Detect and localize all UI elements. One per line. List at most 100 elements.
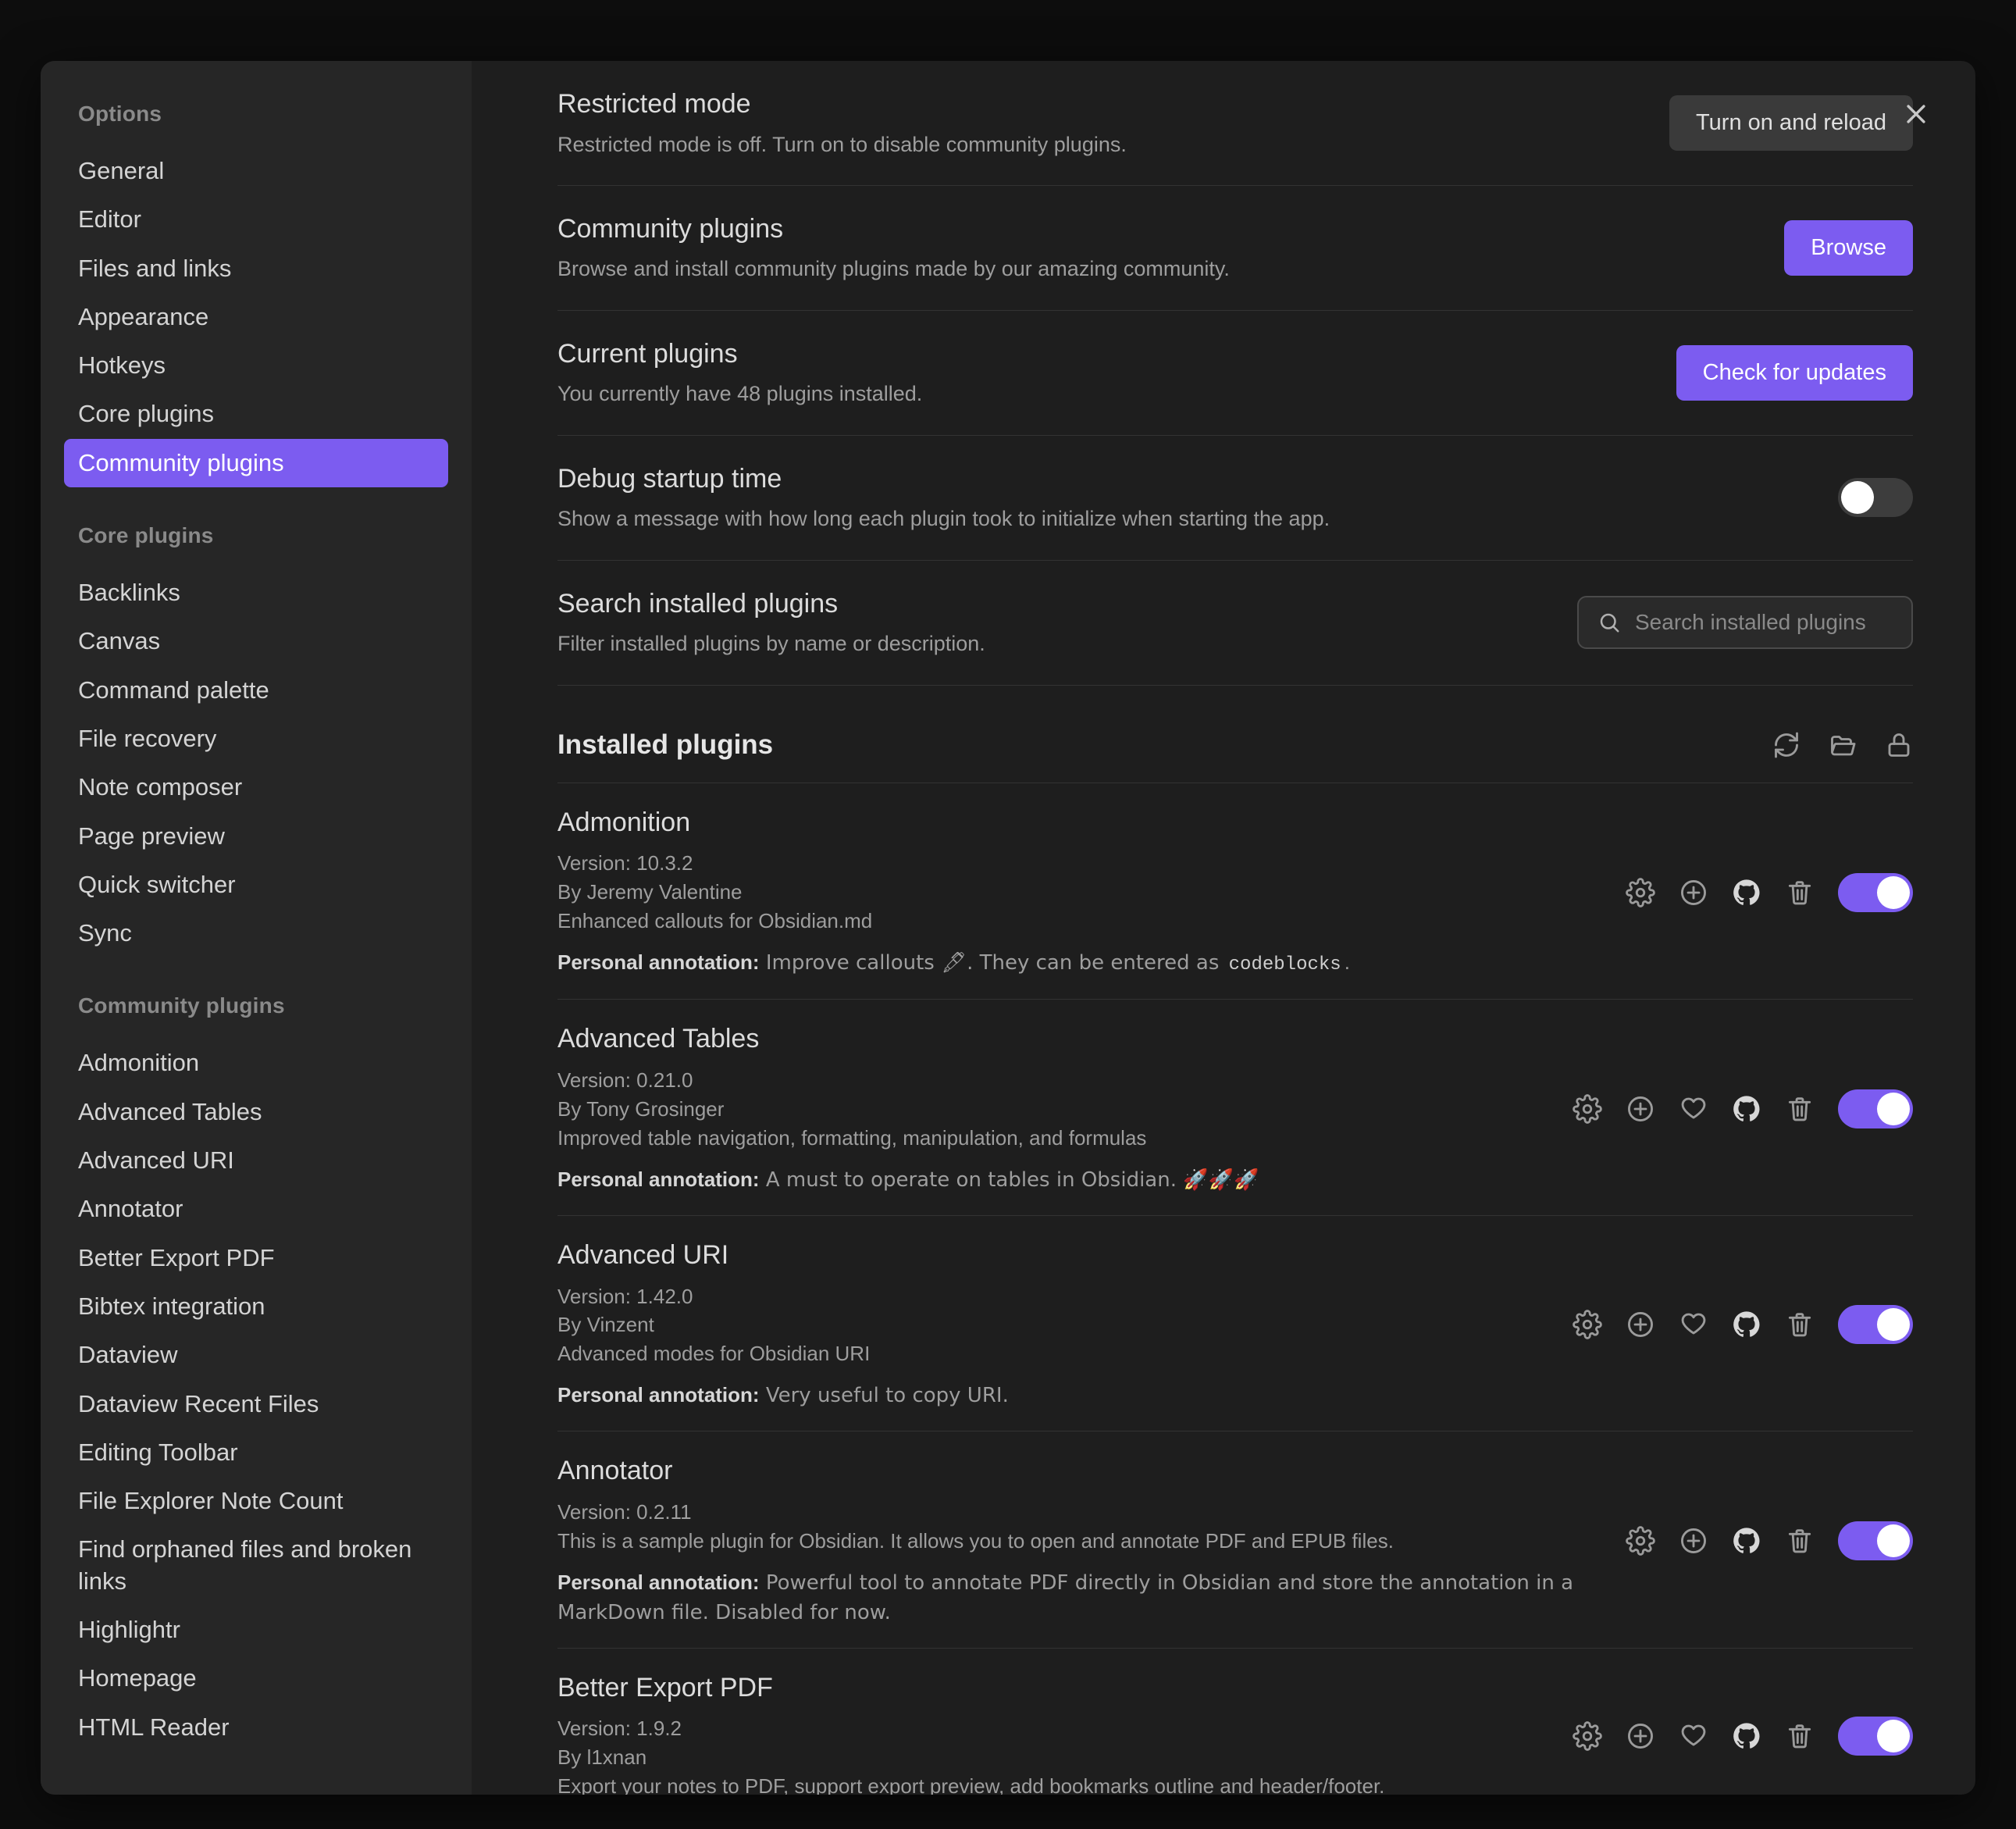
gear-icon[interactable] [1626,1526,1655,1556]
trash-icon[interactable] [1785,1721,1815,1751]
github-icon[interactable] [1732,1310,1761,1339]
setting-info: Current plugins You currently have 48 pl… [557,337,922,408]
sidebar-item-editor[interactable]: Editor [64,195,448,244]
plugin-name: Annotator [557,1456,673,1486]
open-folder-icon[interactable] [1829,731,1857,759]
sidebar-item-backlinks[interactable]: Backlinks [64,569,448,617]
sidebar-item-page-preview[interactable]: Page preview [64,812,448,861]
setting-community-plugins: Community plugins Browse and install com… [557,186,1913,311]
annotation-text: Improve callouts 🖋. They can be entered … [759,951,1226,975]
debug-startup-toggle[interactable] [1838,478,1913,518]
heart-icon[interactable] [1679,1094,1708,1124]
sidebar-item-annotator[interactable]: Annotator [64,1185,448,1233]
sidebar-item-editing-toolbar[interactable]: Editing Toolbar [64,1428,448,1477]
sidebar-item-sync[interactable]: Sync [64,909,448,957]
annotation-code: codeblocks [1228,954,1341,976]
plus-circle-icon[interactable] [1626,1721,1655,1751]
sidebar-item-html-reader[interactable]: HTML Reader [64,1703,448,1752]
github-icon[interactable] [1732,878,1761,907]
reload-icon[interactable] [1772,731,1801,759]
plugin-meta: Version: 1.9.2 By l1xnan Export your notes… [557,1714,1541,1795]
sidebar-item-dataview-recent-files[interactable]: Dataview Recent Files [64,1380,448,1428]
heart-icon[interactable] [1679,1310,1708,1339]
plugin-description: Enhanced callouts for Obsidian.md [557,909,873,933]
plugin-personal-annotation: Personal annotation: Very useful to copy… [557,1381,1541,1410]
github-icon[interactable] [1732,1721,1761,1751]
sidebar-item-homepage[interactable]: Homepage [64,1654,448,1702]
plugin-actions [1626,872,1913,912]
setting-title: Community plugins [557,213,784,244]
sidebar-item-files-and-links[interactable]: Files and links [64,244,448,293]
trash-icon[interactable] [1785,1526,1815,1556]
sidebar-item-appearance[interactable]: Appearance [64,293,448,341]
trash-icon[interactable] [1785,878,1815,907]
sidebar-item-general[interactable]: General [64,147,448,195]
plugin-author: By Tony Grosinger [557,1096,725,1121]
sidebar-item-note-composer[interactable]: Note composer [64,763,448,811]
browse-button[interactable]: Browse [1784,219,1913,276]
sidebar-item-file-explorer-note-count[interactable]: File Explorer Note Count [64,1477,448,1525]
gear-icon[interactable] [1573,1721,1602,1752]
sidebar-item-canvas[interactable]: Canvas [64,617,448,665]
plus-circle-icon[interactable] [1679,1526,1708,1556]
heart-icon[interactable] [1679,1721,1708,1751]
github-icon[interactable] [1732,1526,1761,1556]
sidebar-item-quick-switcher[interactable]: Quick switcher [64,861,448,909]
sidebar-group-heading: Community plugins [78,993,285,1018]
plugin-info: Annotator Version: 0.2.11 This is a sample… [557,1455,1594,1627]
plugin-info: Admonition Version: 10.3.2 By Jeremy Valen… [557,807,1594,979]
sidebar-item-find-orphaned-files-and-broken-links[interactable]: Find orphaned files and broken links [64,1525,448,1606]
plugin-actions [1573,1089,1913,1128]
sidebar-group: Community plugins Admonition Advanced Tabl… [41,993,472,1751]
plugin-enable-toggle[interactable] [1838,1717,1913,1756]
sidebar-item-advanced-tables[interactable]: Advanced Tables [64,1088,448,1136]
trash-icon[interactable] [1785,1094,1815,1124]
lock-icon[interactable] [1885,731,1913,759]
sidebar-item-highlightr[interactable]: Highlightr [64,1606,448,1654]
plugin-description: Advanced modes for Obsidian URI [557,1342,871,1366]
plugin-version: Version: 0.21.0 [557,1068,693,1093]
plugin-row: Annotator Version: 0.2.11 This is a sample… [557,1431,1913,1649]
gear-icon[interactable] [1573,1094,1602,1124]
plus-circle-icon[interactable] [1679,878,1708,907]
sidebar-item-bibtex-integration[interactable]: Bibtex integration [64,1282,448,1331]
trash-icon[interactable] [1785,1310,1815,1339]
plugin-name: Advanced URI [557,1239,729,1270]
setting-restricted-mode: Restricted mode Restricted mode is off. … [557,61,1913,186]
settings-modal: Options General Editor Files and links Appea… [41,61,1975,1795]
plugin-author: By Jeremy Valentine [557,880,743,904]
plus-circle-icon[interactable] [1626,1094,1655,1124]
plugin-row: Better Export PDF Version: 1.9.2 By l1xnan… [557,1649,1913,1795]
check-for-updates-button[interactable]: Check for updates [1676,344,1913,401]
plugin-enable-toggle[interactable] [1838,872,1913,912]
installed-plugins-toolbar [1772,731,1913,759]
close-icon[interactable] [1894,92,1938,136]
plugin-author: By Vinzent [557,1313,654,1337]
sidebar-item-core-plugins[interactable]: Core plugins [64,390,448,438]
sidebar-item-command-palette[interactable]: Command palette [64,666,448,715]
sidebar-item-hotkeys[interactable]: Hotkeys [64,341,448,390]
sidebar-item-file-recovery[interactable]: File recovery [64,715,448,763]
turn-on-and-reload-button[interactable]: Turn on and reload [1669,94,1913,151]
setting-info: Community plugins Browse and install com… [557,212,1230,283]
github-icon[interactable] [1732,1094,1761,1124]
plugin-actions [1573,1305,1913,1345]
annotation-text: A must to operate on tables in Obsidian.… [759,1168,1259,1192]
gear-icon[interactable] [1626,878,1655,907]
sidebar-item-better-export-pdf[interactable]: Better Export PDF [64,1234,448,1282]
search-input[interactable] [1635,610,1893,636]
sidebar-item-community-plugins[interactable]: Community plugins [64,438,448,488]
sidebar-item-admonition[interactable]: Admonition [64,1039,448,1087]
plugin-enable-toggle[interactable] [1838,1521,1913,1561]
sidebar-item-advanced-uri[interactable]: Advanced URI [64,1136,448,1185]
sidebar-item-dataview[interactable]: Dataview [64,1331,448,1379]
sidebar-group: Options General Editor Files and links Appea… [41,102,472,488]
plugin-personal-annotation: Personal annotation: A must to operate o… [557,1165,1541,1195]
plugin-meta: Version: 1.42.0 By Vinzent Advanced modes … [557,1282,1541,1369]
plugin-version: Version: 10.3.2 [557,851,693,875]
plugin-enable-toggle[interactable] [1838,1089,1913,1128]
search-box[interactable] [1577,596,1913,650]
gear-icon[interactable] [1573,1310,1602,1340]
plus-circle-icon[interactable] [1626,1310,1655,1339]
plugin-enable-toggle[interactable] [1838,1305,1913,1345]
